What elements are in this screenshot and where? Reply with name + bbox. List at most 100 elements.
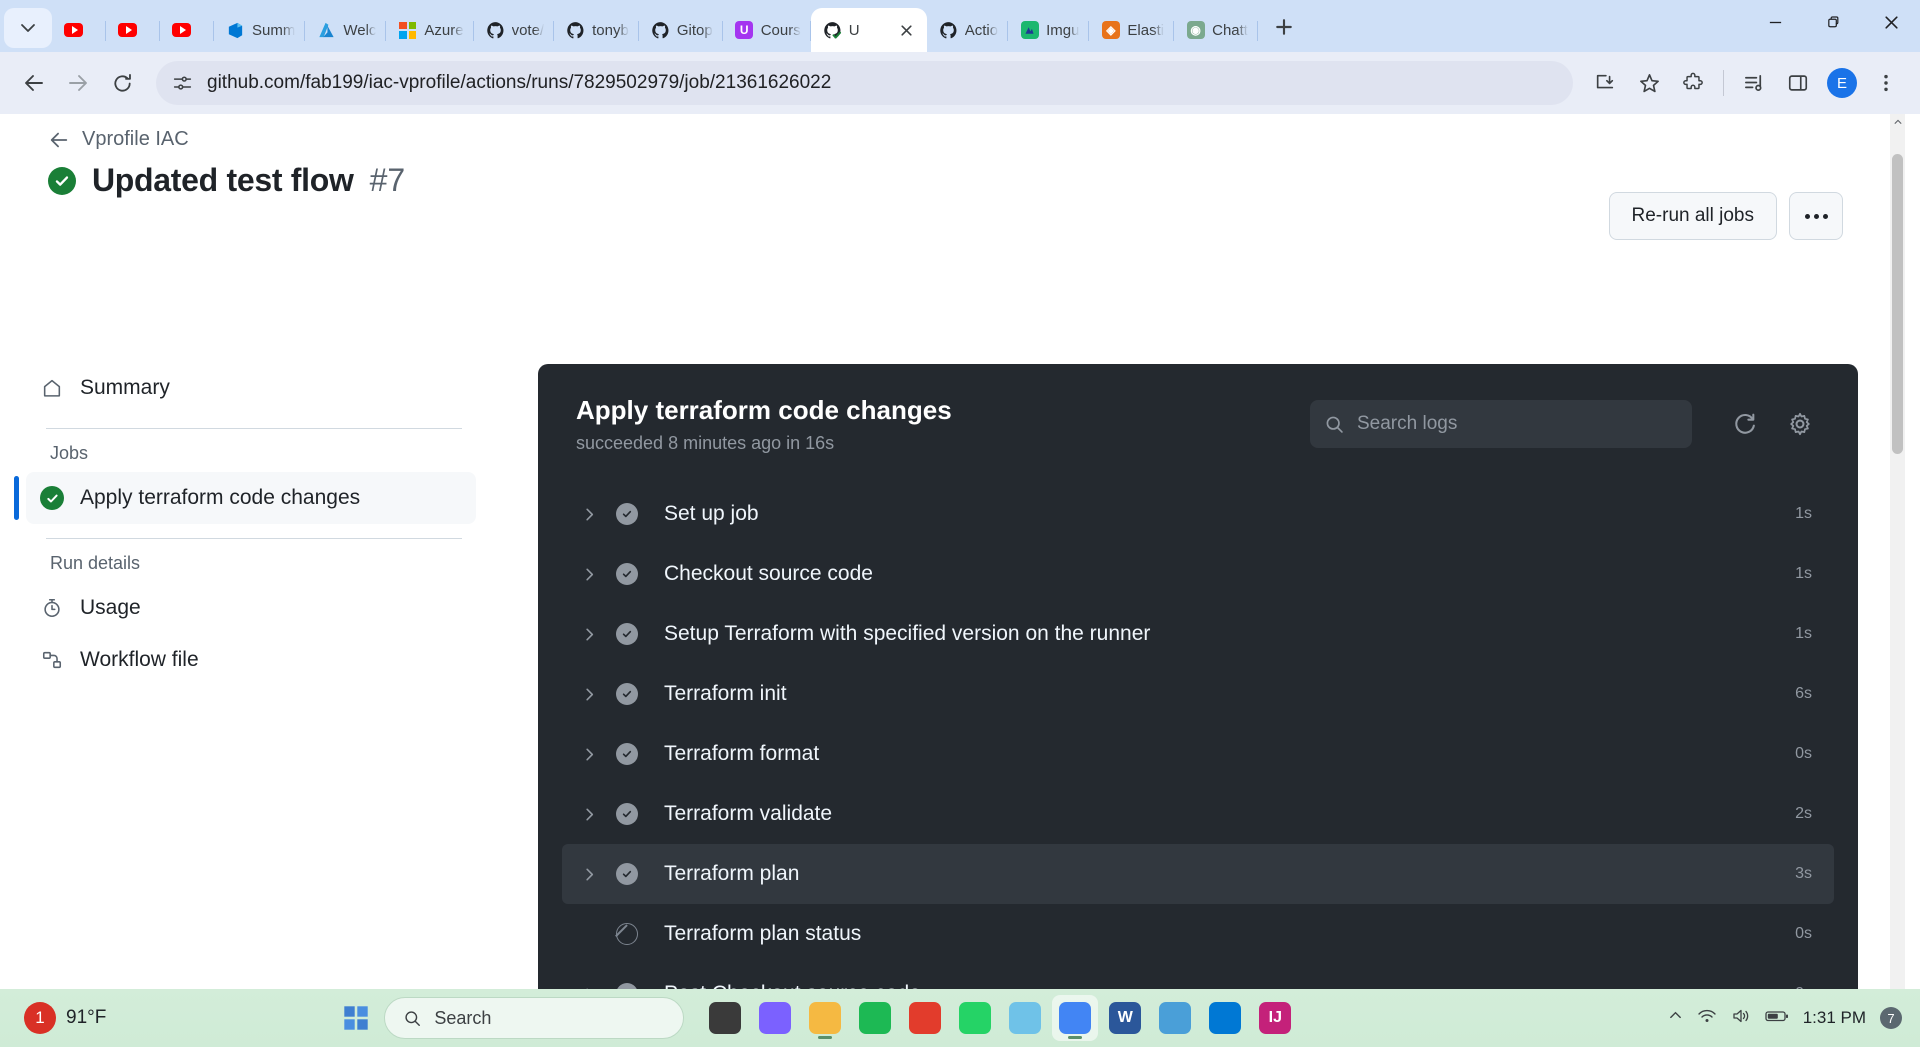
gear-icon[interactable] bbox=[1778, 402, 1822, 446]
success-check-icon bbox=[616, 863, 646, 885]
success-check-icon bbox=[616, 623, 646, 645]
taskbar-word-icon[interactable]: W bbox=[1102, 995, 1148, 1041]
side-panel-icon[interactable] bbox=[1778, 63, 1818, 103]
extensions-puzzle-icon[interactable] bbox=[1673, 63, 1713, 103]
log-step-row[interactable]: Checkout source code 1s bbox=[562, 544, 1834, 604]
chevron-right-icon[interactable] bbox=[582, 747, 606, 762]
search-logs-input[interactable]: Search logs bbox=[1310, 400, 1692, 448]
star-icon[interactable] bbox=[1629, 63, 1669, 103]
log-step-row[interactable]: Terraform format 0s bbox=[562, 724, 1834, 784]
chevron-right-icon[interactable] bbox=[582, 627, 606, 642]
chevron-right-icon[interactable] bbox=[582, 507, 606, 522]
browser-tab[interactable]: Gitop bbox=[639, 8, 723, 52]
sidebar-item-apply-terraform-code-changes[interactable]: Apply terraform code changes bbox=[14, 472, 476, 524]
taskbar-vscode-icon[interactable] bbox=[1202, 995, 1248, 1041]
taskbar-center: Search W IJ bbox=[336, 995, 1298, 1041]
log-step-row[interactable]: Set up job 1s bbox=[562, 484, 1834, 544]
chevron-right-icon[interactable] bbox=[582, 567, 606, 582]
re-run-all-jobs-button[interactable]: Re-run all jobs bbox=[1608, 192, 1777, 240]
taskbar-clock[interactable]: 1:31 PM bbox=[1803, 1007, 1866, 1028]
install-app-icon[interactable] bbox=[1585, 63, 1625, 103]
page-viewport: Vprofile IAC Updated test flow #7 Re-run… bbox=[0, 114, 1920, 1017]
taskbar-intellij-icon[interactable]: IJ bbox=[1252, 995, 1298, 1041]
close-icon[interactable] bbox=[897, 20, 917, 40]
close-icon[interactable] bbox=[1862, 0, 1920, 44]
breadcrumb[interactable]: Vprofile IAC bbox=[48, 128, 189, 151]
forward-arrow-icon[interactable] bbox=[58, 63, 98, 103]
browser-tab[interactable] bbox=[160, 8, 214, 52]
avatar[interactable]: E bbox=[1822, 63, 1862, 103]
taskbar-task-view-icon[interactable] bbox=[702, 995, 748, 1041]
weather-widget[interactable]: 1 91°F bbox=[24, 1002, 106, 1034]
browser-tab[interactable]: U Cours bbox=[723, 8, 811, 52]
browser-tab[interactable]: U bbox=[810, 8, 927, 52]
sidebar-item-summary[interactable]: Summary bbox=[26, 362, 476, 414]
taskbar-spotify-icon[interactable] bbox=[852, 995, 898, 1041]
refresh-icon[interactable] bbox=[1722, 402, 1766, 446]
github-icon bbox=[651, 21, 670, 40]
taskbar-notes-icon[interactable] bbox=[1152, 995, 1198, 1041]
browser-tab[interactable]: Azure bbox=[386, 8, 474, 52]
success-check-icon bbox=[40, 486, 64, 510]
back-arrow-icon[interactable] bbox=[14, 63, 54, 103]
sidebar-item-workflow-file[interactable]: Workflow file bbox=[26, 634, 476, 686]
log-step-row[interactable]: Terraform plan status 0s bbox=[562, 904, 1834, 964]
sidebar-item-usage[interactable]: Usage bbox=[26, 582, 476, 634]
browser-tab[interactable]: Summ bbox=[214, 8, 306, 52]
browser-tab[interactable]: Actio bbox=[927, 8, 1009, 52]
media-control-icon[interactable] bbox=[1734, 63, 1774, 103]
success-check-icon bbox=[48, 166, 76, 195]
minimize-icon[interactable] bbox=[1746, 0, 1804, 44]
reload-icon[interactable] bbox=[102, 63, 142, 103]
scrollbar-thumb[interactable] bbox=[1892, 154, 1903, 454]
log-step-duration: 3s bbox=[1795, 865, 1812, 882]
chatgpt-icon: ◉ bbox=[1186, 21, 1205, 40]
log-step-row[interactable]: Setup Terraform with specified version o… bbox=[562, 604, 1834, 664]
log-step-row[interactable]: Terraform plan 3s bbox=[562, 844, 1834, 904]
browser-tab[interactable]: Imgu bbox=[1008, 8, 1090, 52]
taskbar-search-input[interactable]: Search bbox=[384, 997, 685, 1039]
chevron-right-icon[interactable] bbox=[582, 807, 606, 822]
show-hidden-icons-icon[interactable] bbox=[1668, 1008, 1683, 1028]
browser-tab[interactable]: Welc bbox=[305, 8, 387, 52]
taskbar-app-red-icon[interactable] bbox=[902, 995, 948, 1041]
volume-icon[interactable] bbox=[1731, 1008, 1751, 1029]
log-step-row[interactable]: Terraform init 6s bbox=[562, 664, 1834, 724]
three-dot-menu-icon[interactable] bbox=[1866, 63, 1906, 103]
log-step-duration: 0s bbox=[1795, 745, 1812, 762]
tab-title: vote/ bbox=[511, 21, 545, 39]
network-icon[interactable] bbox=[1697, 1008, 1717, 1029]
kebab-menu-icon[interactable] bbox=[1789, 192, 1843, 240]
new-tab-button[interactable] bbox=[1264, 7, 1304, 47]
run-number: #7 bbox=[369, 162, 406, 198]
log-step-duration: 6s bbox=[1795, 685, 1812, 702]
page-scrollbar[interactable] bbox=[1890, 114, 1905, 1017]
notification-count-badge[interactable]: 7 bbox=[1880, 1007, 1902, 1029]
taskbar-copilot-icon[interactable] bbox=[752, 995, 798, 1041]
browser-tab[interactable]: ◉ Chatt bbox=[1174, 8, 1258, 52]
taskbar-file-explorer-icon[interactable] bbox=[802, 995, 848, 1041]
battery-icon[interactable] bbox=[1765, 1009, 1789, 1028]
scroll-up-arrow-icon[interactable] bbox=[1890, 114, 1905, 130]
copilot-icon bbox=[759, 1002, 792, 1034]
taskbar-whatsapp-icon[interactable] bbox=[952, 995, 998, 1041]
browser-tab[interactable]: vote/ bbox=[474, 8, 555, 52]
tab-search-chevron-down-icon[interactable] bbox=[4, 8, 52, 48]
browser-tab[interactable] bbox=[106, 8, 160, 52]
chevron-right-icon[interactable] bbox=[582, 687, 606, 702]
taskbar-chrome-icon[interactable] bbox=[1052, 995, 1099, 1041]
notification-badge: 1 bbox=[24, 1002, 56, 1034]
browser-tab[interactable]: ◈ Elasti bbox=[1089, 8, 1175, 52]
browser-tab[interactable] bbox=[52, 8, 106, 52]
windows-start-icon[interactable] bbox=[336, 998, 376, 1038]
browser-tab[interactable]: tonyb bbox=[554, 8, 639, 52]
address-bar[interactable]: github.com/fab199/iac-vprofile/actions/r… bbox=[156, 61, 1573, 105]
taskbar-paint-icon[interactable] bbox=[1002, 995, 1048, 1041]
log-panel-header: Apply terraform code changes succeeded 8… bbox=[538, 364, 1858, 484]
chevron-right-icon[interactable] bbox=[582, 867, 606, 882]
run-title-text: Updated test flow bbox=[92, 162, 354, 198]
log-step-row[interactable]: Terraform validate 2s bbox=[562, 784, 1834, 844]
tab-separator bbox=[1256, 21, 1258, 41]
skipped-icon bbox=[616, 923, 646, 945]
restore-icon[interactable] bbox=[1804, 0, 1862, 44]
